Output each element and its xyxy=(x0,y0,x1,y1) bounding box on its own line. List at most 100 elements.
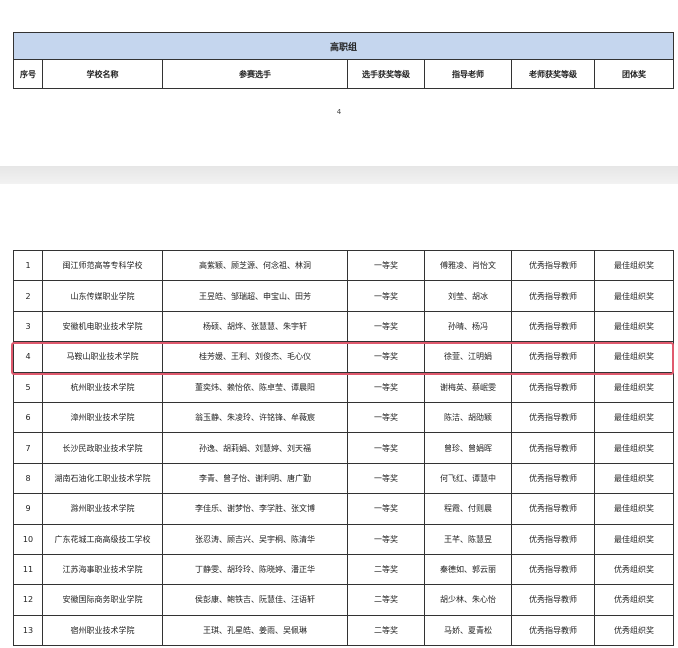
award-table-body: 1 闽江师范高等专科学校 高紫颖、顾芝源、何念祖、林洞 一等奖 傅雅凌、肖怡文 优秀指导教… xyxy=(13,249,674,647)
row-number: 6 xyxy=(13,401,43,434)
participants: 李青、曾子怡、谢利明、唐广勤 xyxy=(162,462,348,495)
table-row: 3 安徽机电职业技术学院 杨硕、胡烨、张慧慧、朱宇轩 一等奖 孙晴、杨冯 优秀指导教师 最佳… xyxy=(13,310,674,343)
student-award: 一等奖 xyxy=(347,371,425,403)
student-award: 一等奖 xyxy=(347,462,425,495)
teacher-award: 优秀指导教师 xyxy=(511,462,595,495)
instructors: 王芊、陈慧昱 xyxy=(424,523,512,555)
teacher-award: 优秀指导教师 xyxy=(511,371,595,403)
row-number: 2 xyxy=(13,280,43,312)
student-award: 一等奖 xyxy=(347,432,425,464)
row-number: 5 xyxy=(13,371,43,403)
instructors: 徐萱、江明娟 xyxy=(424,341,512,373)
table-row: 10 广东花城工商高级技工学校 张忍涛、顾吉兴、吴宇桐、陈清华 一等奖 王芊、陈慧昱 优秀… xyxy=(13,523,674,555)
table-row: 8 湖南石油化工职业技术学院 李青、曾子怡、谢利明、唐广勤 一等奖 何飞红、谭慧中 优秀指… xyxy=(13,462,674,495)
row-number: 4 xyxy=(13,341,43,373)
school-name: 长沙民政职业技术学院 xyxy=(42,432,163,464)
column-header: 序号 xyxy=(13,59,43,89)
instructors: 何飞红、谭慧中 xyxy=(424,462,512,495)
instructors: 孙晴、杨冯 xyxy=(424,310,512,343)
table-row: 1 闽江师范高等专科学校 高紫颖、顾芝源、何念祖、林洞 一等奖 傅雅凌、肖怡文 优秀指导教… xyxy=(13,249,674,282)
table-row: 6 漳州职业技术学院 翁玉静、朱凌玲、许铭锋、牟薇宸 一等奖 陈洁、胡劭颖 优秀指导教师最… xyxy=(13,401,674,434)
student-award: 一等奖 xyxy=(347,493,425,525)
teacher-award: 优秀指导教师 xyxy=(511,341,595,373)
teacher-award: 优秀指导教师 xyxy=(511,401,595,434)
award-table-header: 高职组 序号 学校名称 参赛选手 选手获奖等级 指导老师 老师获奖等级 团体奖 xyxy=(12,32,675,89)
student-award: 二等奖 xyxy=(347,614,425,647)
row-number: 7 xyxy=(13,432,43,464)
team-award: 最佳组织奖 xyxy=(594,493,674,525)
school-name: 江苏海事职业技术学院 xyxy=(42,553,163,586)
teacher-award: 优秀指导教师 xyxy=(511,553,595,586)
row-number: 1 xyxy=(13,249,43,282)
team-award: 最佳组织奖 xyxy=(594,462,674,495)
column-header: 团体奖 xyxy=(593,59,675,89)
teacher-award: 优秀指导教师 xyxy=(511,432,595,464)
team-award: 最佳组织奖 xyxy=(594,341,674,373)
table-row: 5 杭州职业技术学院 董奕炜、赖怡依、陈卓莹、谭晨阳 一等奖 谢梅英、蔡岷雯 优秀指导教师… xyxy=(13,371,674,403)
teacher-award: 优秀指导教师 xyxy=(511,523,595,555)
column-header: 老师获奖等级 xyxy=(511,59,595,89)
instructors: 陈洁、胡劭颖 xyxy=(424,401,512,434)
participants: 高紫颖、顾芝源、何念祖、林洞 xyxy=(162,249,348,282)
school-name: 宿州职业技术学院 xyxy=(42,614,163,647)
column-header: 学校名称 xyxy=(42,59,163,89)
school-name: 安徽机电职业技术学院 xyxy=(42,310,163,343)
participants: 杨硕、胡烨、张慧慧、朱宇轩 xyxy=(162,310,348,343)
table-row: 9 滁州职业技术学院 李佳乐、谢梦怡、李学胜、张文博 一等奖 程霞、付则晨 优秀指导教师最… xyxy=(13,493,674,525)
row-number: 10 xyxy=(13,523,43,555)
team-award: 优秀组织奖 xyxy=(594,614,674,647)
school-name: 滁州职业技术学院 xyxy=(42,493,163,525)
row-number: 3 xyxy=(13,310,43,343)
column-header-row: 序号 学校名称 参赛选手 选手获奖等级 指导老师 老师获奖等级 团体奖 xyxy=(13,59,675,89)
team-award: 最佳组织奖 xyxy=(594,432,674,464)
participants: 张忍涛、顾吉兴、吴宇桐、陈清华 xyxy=(162,523,348,555)
participants: 翁玉静、朱凌玲、许铭锋、牟薇宸 xyxy=(162,401,348,434)
student-award: 二等奖 xyxy=(347,584,425,616)
instructors: 马娇、夏青松 xyxy=(424,614,512,647)
table-row: 2 山东传媒职业学院 王昱皓、邹瑞超、申宝山、田芳 一等奖 刘莹、胡冰 优秀指导教师 最佳组… xyxy=(13,280,674,312)
instructors: 傅雅凌、肖怡文 xyxy=(424,249,512,282)
teacher-award: 优秀指导教师 xyxy=(511,493,595,525)
team-award: 最佳组织奖 xyxy=(594,371,674,403)
column-header: 参赛选手 xyxy=(162,59,348,89)
team-award: 优秀组织奖 xyxy=(594,553,674,586)
page-number: 4 xyxy=(336,108,342,116)
team-award: 最佳组织奖 xyxy=(594,523,674,555)
student-award: 一等奖 xyxy=(347,341,425,373)
school-name: 湖南石油化工职业技术学院 xyxy=(42,462,163,495)
row-number: 9 xyxy=(13,493,43,525)
participants: 董奕炜、赖怡依、陈卓莹、谭晨阳 xyxy=(162,371,348,403)
student-award: 一等奖 xyxy=(347,310,425,343)
school-name: 闽江师范高等专科学校 xyxy=(42,249,163,282)
teacher-award: 优秀指导教师 xyxy=(511,584,595,616)
group-title-row: 高职组 xyxy=(12,32,675,60)
school-name: 广东花城工商高级技工学校 xyxy=(42,523,163,555)
team-award: 最佳组织奖 xyxy=(594,401,674,434)
group-title: 高职组 xyxy=(12,32,675,60)
student-award: 二等奖 xyxy=(347,553,425,586)
column-header: 选手获奖等级 xyxy=(347,59,425,89)
school-name: 山东传媒职业学院 xyxy=(42,280,163,312)
school-name: 杭州职业技术学院 xyxy=(42,371,163,403)
school-name: 安徽国际商务职业学院 xyxy=(42,584,163,616)
table-row: 13 宿州职业技术学院 王琪、孔星皓、姜雨、吴佩琳 二等奖 马娇、夏青松 优秀指导教师 优秀… xyxy=(13,614,674,647)
participants: 王昱皓、邹瑞超、申宝山、田芳 xyxy=(162,280,348,312)
table-row: 7 长沙民政职业技术学院 孙逸、胡莉娟、刘慧婷、刘天福 一等奖 曾珍、曾娟晖 优秀指导教师… xyxy=(13,432,674,464)
school-name: 马鞍山职业技术学院 xyxy=(42,341,163,373)
participants: 侯彭康、鲍铁吉、阮慧佳、汪语轩 xyxy=(162,584,348,616)
participants: 王琪、孔星皓、姜雨、吴佩琳 xyxy=(162,614,348,647)
student-award: 一等奖 xyxy=(347,280,425,312)
school-name: 漳州职业技术学院 xyxy=(42,401,163,434)
team-award: 最佳组织奖 xyxy=(594,280,674,312)
document-page-top: 高职组 序号 学校名称 参赛选手 选手获奖等级 指导老师 老师获奖等级 团体奖 … xyxy=(0,0,678,166)
instructors: 秦德如、郭云丽 xyxy=(424,553,512,586)
team-award: 最佳组织奖 xyxy=(594,249,674,282)
student-award: 一等奖 xyxy=(347,523,425,555)
column-header: 指导老师 xyxy=(424,59,512,89)
instructors: 程霞、付则晨 xyxy=(424,493,512,525)
instructors: 刘莹、胡冰 xyxy=(424,280,512,312)
team-award: 最佳组织奖 xyxy=(594,310,674,343)
student-award: 一等奖 xyxy=(347,401,425,434)
row-number: 8 xyxy=(13,462,43,495)
student-award: 一等奖 xyxy=(347,249,425,282)
